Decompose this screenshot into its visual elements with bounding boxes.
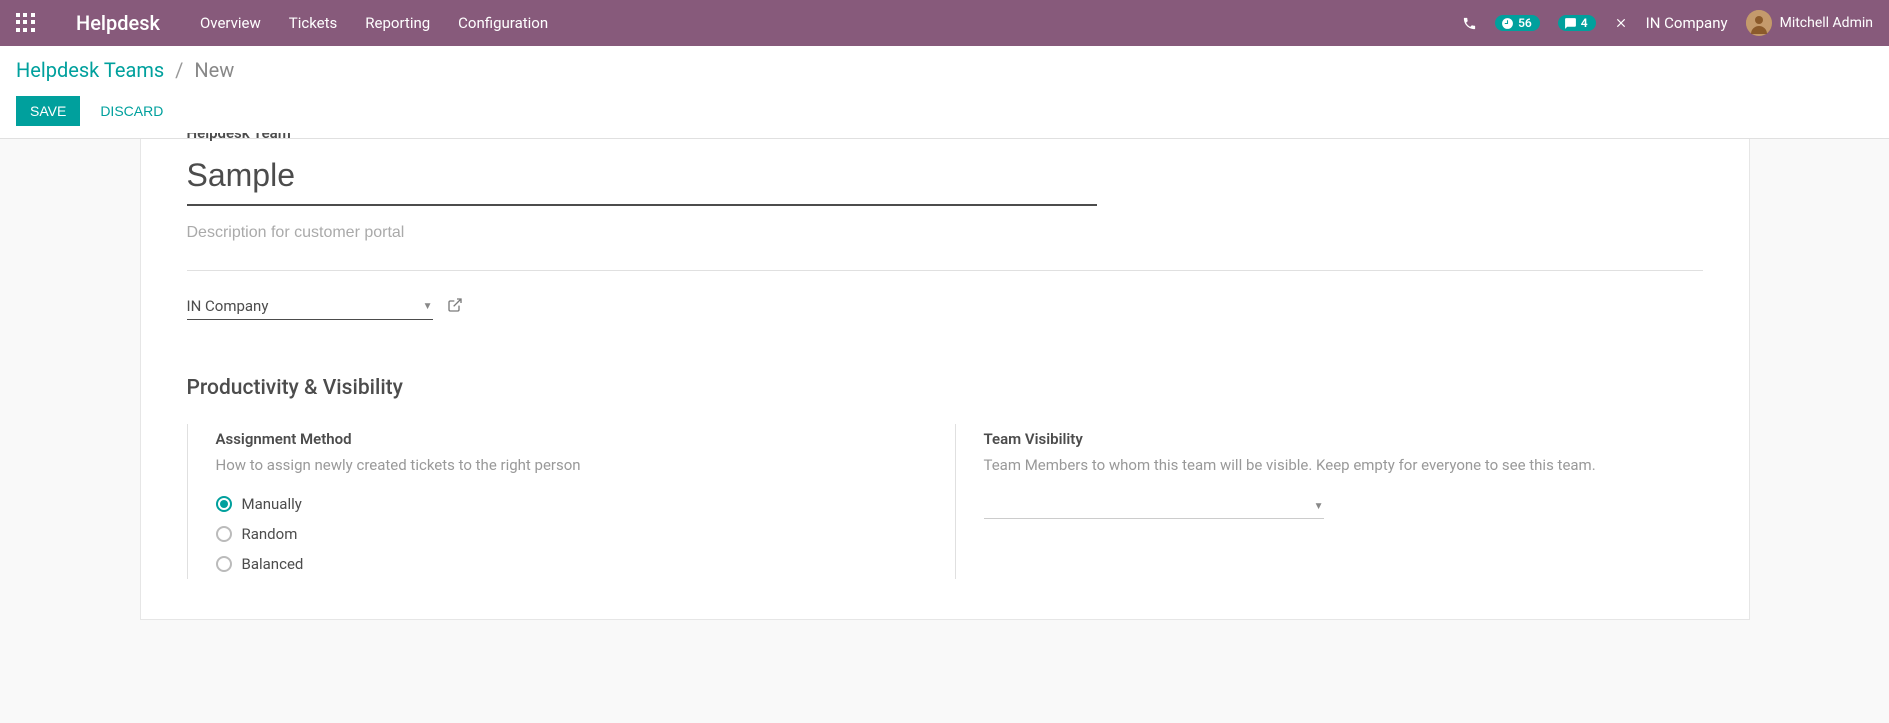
nav-reporting[interactable]: Reporting — [365, 14, 430, 32]
chevron-down-icon: ▼ — [423, 301, 433, 312]
assignment-method-block: Assignment Method How to assign newly cr… — [187, 424, 935, 579]
user-name: Mitchell Admin — [1780, 15, 1873, 31]
close-action-icon[interactable] — [1614, 16, 1628, 30]
breadcrumb-current: New — [194, 58, 234, 82]
section-productivity-title: Productivity & Visibility — [187, 376, 1703, 400]
app-title: Helpdesk — [76, 11, 160, 35]
company-selector[interactable]: IN Company — [1646, 14, 1728, 32]
breadcrumb: Helpdesk Teams / New — [16, 58, 1873, 82]
breadcrumb-parent[interactable]: Helpdesk Teams — [16, 58, 164, 82]
phone-icon[interactable] — [1462, 16, 1477, 31]
breadcrumb-separator: / — [175, 58, 183, 82]
assignment-label: Assignment Method — [216, 430, 935, 448]
chat-count: 4 — [1581, 16, 1588, 30]
external-link-icon[interactable] — [447, 297, 463, 317]
team-visibility-block: Team Visibility Team Members to whom thi… — [955, 424, 1703, 579]
team-field-label: Helpdesk Team — [187, 133, 1703, 143]
company-select[interactable]: IN Company ▼ — [187, 293, 433, 320]
radio-balanced[interactable]: Balanced — [216, 555, 935, 573]
user-avatar — [1746, 10, 1772, 36]
visibility-desc: Team Members to whom this team will be v… — [984, 454, 1703, 477]
save-button[interactable]: Save — [16, 96, 80, 126]
nav-overview[interactable]: Overview — [200, 14, 261, 32]
description-input[interactable] — [187, 206, 1703, 271]
timer-badge[interactable]: 56 — [1495, 15, 1540, 31]
top-navbar: Helpdesk Overview Tickets Reporting Conf… — [0, 0, 1889, 46]
form-sheet: Helpdesk Team IN Company ▼ Productivity … — [140, 139, 1750, 620]
nav-menu: Overview Tickets Reporting Configuration — [200, 14, 548, 32]
team-name-input[interactable] — [187, 153, 1097, 206]
radio-manually[interactable]: Manually — [216, 495, 935, 513]
timer-count: 56 — [1518, 16, 1532, 30]
chevron-down-icon: ▼ — [1314, 501, 1324, 512]
visibility-select[interactable]: ▼ — [984, 495, 1324, 519]
nav-configuration[interactable]: Configuration — [458, 14, 548, 32]
radio-random[interactable]: Random — [216, 525, 935, 543]
apps-menu-icon[interactable] — [16, 13, 36, 33]
chat-badge[interactable]: 4 — [1558, 15, 1596, 31]
form-area: Helpdesk Team IN Company ▼ Productivity … — [0, 139, 1889, 620]
company-select-value: IN Company — [187, 297, 269, 315]
discard-button[interactable]: Discard — [92, 96, 171, 126]
control-panel: Helpdesk Teams / New Save Discard — [0, 46, 1889, 139]
visibility-label: Team Visibility — [984, 430, 1703, 448]
assignment-desc: How to assign newly created tickets to t… — [216, 454, 935, 477]
user-menu[interactable]: Mitchell Admin — [1746, 10, 1873, 36]
nav-tickets[interactable]: Tickets — [289, 14, 338, 32]
